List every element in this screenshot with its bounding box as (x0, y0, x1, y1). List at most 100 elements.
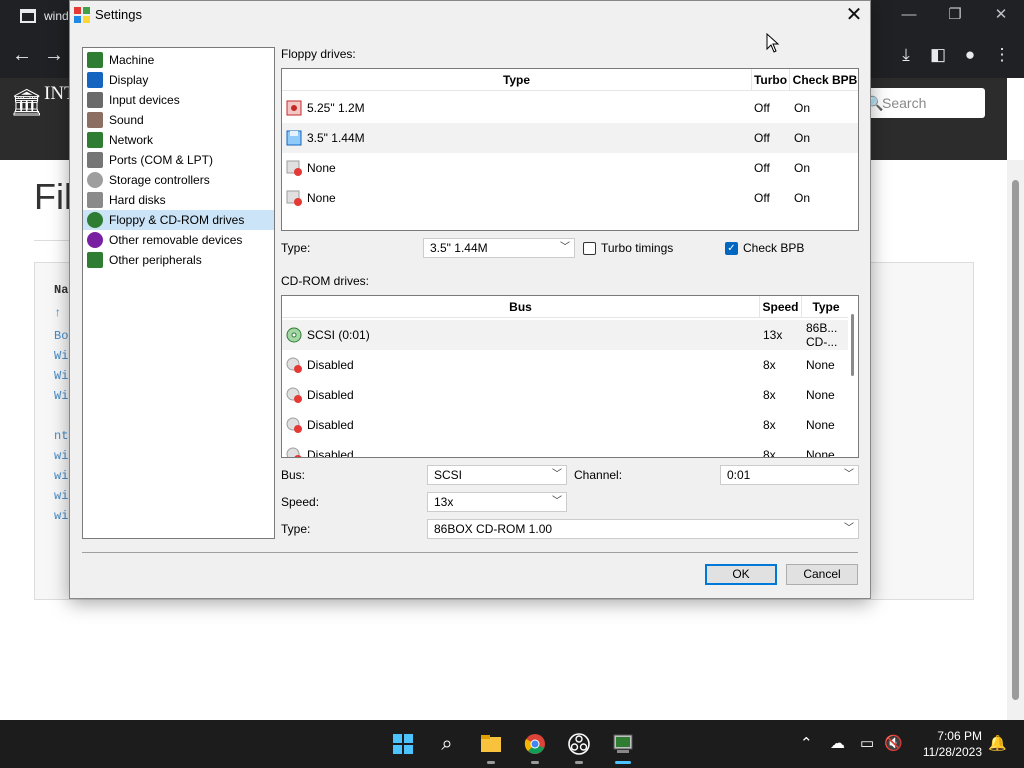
chevron-up-icon[interactable]: ⌃ (800, 734, 813, 754)
column-header-bus[interactable]: Bus (282, 296, 760, 318)
floppy-type-select[interactable]: 3.5" 1.44M ﹀ (423, 238, 575, 258)
turbo-timings-checkbox[interactable]: Turbo timings (583, 239, 673, 257)
sidepanel-icon[interactable]: ◧ (926, 44, 950, 66)
removable-drive-icon (87, 232, 103, 248)
nav-item-input-devices[interactable]: Input devices (83, 90, 274, 110)
chevron-down-icon: ﹀ (844, 523, 854, 534)
cdrom-list-scrollbar-thumb[interactable] (851, 314, 854, 376)
cdrom-disabled-icon (286, 357, 302, 373)
table-row[interactable]: None Off On (282, 183, 858, 213)
dialog-titlebar[interactable]: Settings ✕ (70, 1, 870, 29)
channel-label: Channel: (574, 468, 623, 482)
cdrom-disabled-icon (286, 447, 302, 457)
page-scrollbar[interactable] (1007, 160, 1024, 720)
floppy-type-cell: 5.25" 1.2M (307, 101, 365, 115)
site-search-input[interactable]: 🔍 Search (862, 88, 985, 118)
nav-item-label: Floppy & CD-ROM drives (109, 213, 245, 227)
dialog-close-icon[interactable]: ✕ (840, 3, 868, 27)
page-scrollbar-thumb[interactable] (1012, 180, 1019, 700)
taskbar-clock[interactable]: 7:06 PM 11/28/2023 (912, 728, 982, 760)
table-row[interactable]: Disabled 8x None (282, 410, 858, 440)
table-row[interactable]: SCSI (0:01) 13x 86B... CD-... (282, 320, 858, 350)
restore-icon[interactable]: ❐ (932, 4, 978, 26)
table-row[interactable]: None Off On (282, 153, 858, 183)
onedrive-icon[interactable]: ☁ (830, 734, 845, 754)
profile-icon[interactable]: ● (958, 44, 982, 66)
back-arrow-icon[interactable]: ← (12, 44, 32, 66)
table-row[interactable]: 5.25" 1.2M Off On (282, 93, 858, 123)
app-active-indicator (615, 761, 631, 764)
cdrom-type-cell: None (806, 358, 835, 372)
menu-kebab-icon[interactable]: ⋮ (990, 44, 1014, 66)
bus-value: SCSI (434, 468, 463, 482)
cdrom-type-cell: 86B... CD-... (806, 321, 838, 349)
nav-item-storage-controllers[interactable]: Storage controllers (83, 170, 274, 190)
speed-value: 13x (434, 495, 454, 509)
cdrom-list-scrollbar[interactable] (848, 296, 858, 457)
floppy-bpb-cell: On (794, 161, 811, 175)
cdrom-type-select[interactable]: 86BOX CD-ROM 1.00 ﹀ (427, 519, 859, 539)
nav-item-machine[interactable]: Machine (83, 50, 274, 70)
notification-bell-icon[interactable]: 🔔 (988, 734, 1007, 754)
forward-arrow-icon[interactable]: → (44, 44, 64, 66)
download-icon[interactable]: ⤓ (894, 44, 918, 66)
nav-item-network[interactable]: Network (83, 130, 274, 150)
floppy-cdrom-icon (87, 212, 103, 228)
keyboard-mouse-icon (87, 92, 103, 108)
floppy-list-header: Type Turbo Check BPB (282, 69, 858, 91)
ok-button[interactable]: OK (705, 564, 777, 585)
chrome-icon[interactable] (522, 732, 548, 756)
table-row[interactable]: 3.5" 1.44M Off On (282, 123, 858, 153)
86box-taskbar-icon[interactable] (610, 732, 636, 756)
search-icon[interactable]: ⌕ (434, 732, 460, 756)
column-header-type[interactable]: Type (802, 296, 850, 318)
nav-item-label: Display (109, 73, 149, 87)
speaker-muted-icon[interactable]: 🔇 (884, 734, 903, 754)
table-row[interactable]: Disabled 8x None (282, 350, 858, 380)
nav-item-label: Other peripherals (109, 253, 202, 267)
speaker-icon (87, 112, 103, 128)
nav-item-floppy-cdrom[interactable]: Floppy & CD-ROM drives (83, 210, 274, 230)
check-bpb-checkbox[interactable]: ✓ Check BPB (725, 239, 804, 257)
nav-item-ports[interactable]: Ports (COM & LPT) (83, 150, 274, 170)
floppy-drive-list[interactable]: Type Turbo Check BPB 5.25" 1.2M Off On 3… (281, 68, 859, 231)
display-icon[interactable]: ▭ (860, 734, 874, 754)
obs-icon[interactable] (566, 732, 592, 756)
settings-category-list[interactable]: Machine Display Input devices Sound Netw… (82, 47, 275, 539)
nav-item-other-removable[interactable]: Other removable devices (83, 230, 274, 250)
port-icon (87, 152, 103, 168)
table-row[interactable]: Disabled 8x None (282, 440, 858, 457)
cdrom-drive-list[interactable]: Bus Speed Type SCSI (0:01) 13x 86B... CD… (281, 295, 859, 458)
nav-item-hard-disks[interactable]: Hard disks (83, 190, 274, 210)
cdrom-type-cell: None (806, 388, 835, 402)
browser-tab[interactable]: wind (8, 4, 72, 28)
speed-select[interactable]: 13x ﹀ (427, 492, 567, 512)
minimize-icon[interactable]: — (886, 4, 932, 26)
floppy-type-value: 3.5" 1.44M (430, 241, 488, 255)
channel-select[interactable]: 0:01 ﹀ (720, 465, 859, 485)
column-header-speed[interactable]: Speed (760, 296, 802, 318)
bus-select[interactable]: SCSI ﹀ (427, 465, 567, 485)
file-explorer-icon[interactable] (478, 732, 504, 756)
86box-app-icon (74, 7, 90, 23)
close-window-icon[interactable]: ✕ (978, 4, 1024, 26)
divider (34, 240, 74, 241)
column-header-turbo[interactable]: Turbo (752, 69, 790, 91)
clock-time: 7:06 PM (937, 729, 982, 743)
dialog-title: Settings (95, 7, 142, 22)
archive-favicon-icon (20, 9, 36, 23)
nav-item-other-peripherals[interactable]: Other peripherals (83, 250, 274, 270)
nav-item-display[interactable]: Display (83, 70, 274, 90)
table-row[interactable]: Disabled 8x None (282, 380, 858, 410)
cdrom-speed-cell: 8x (763, 388, 776, 402)
nav-item-label: Storage controllers (109, 173, 210, 187)
cdrom-disabled-icon (286, 417, 302, 433)
windows-start-icon[interactable] (390, 732, 416, 756)
archive-logo-icon[interactable]: 🏛 (10, 88, 43, 118)
column-header-type[interactable]: Type (282, 69, 752, 91)
column-header-check-bpb[interactable]: Check BPB (790, 69, 858, 91)
bus-label: Bus: (281, 468, 306, 482)
nav-item-sound[interactable]: Sound (83, 110, 274, 130)
floppy-disabled-icon (286, 160, 302, 176)
cancel-button[interactable]: Cancel (786, 564, 858, 585)
